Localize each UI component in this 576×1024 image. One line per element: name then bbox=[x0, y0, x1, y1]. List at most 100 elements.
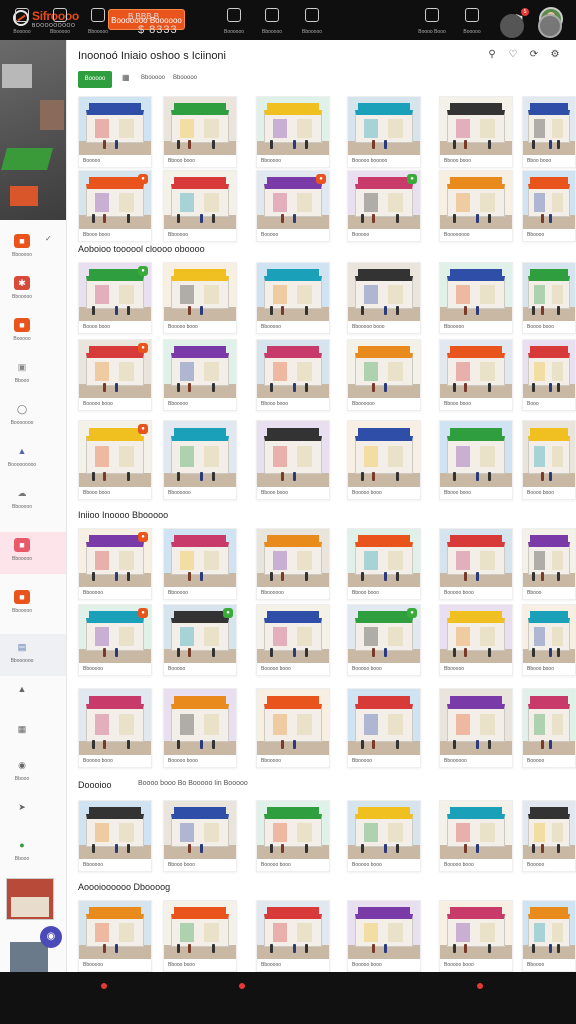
store-card[interactable]: Bbooo booo bbox=[439, 339, 513, 411]
sidebar-item[interactable]: ■ Bbooooo ✓ bbox=[0, 228, 66, 270]
bottom-nav-item[interactable]: Booooo bbox=[452, 8, 492, 35]
refresh-icon[interactable]: ⟳ bbox=[528, 49, 540, 61]
store-card[interactable]: Bbooooo bbox=[78, 900, 152, 972]
store-card[interactable]: Booooo booo bbox=[439, 528, 513, 600]
store-card[interactable]: Bbooooo bbox=[163, 170, 237, 242]
store-card[interactable]: Bbooo booo bbox=[163, 800, 237, 872]
store-card[interactable]: Booo bbox=[522, 339, 576, 411]
profile-avatar[interactable] bbox=[538, 14, 562, 38]
filter-chip[interactable]: Bbooooo bbox=[141, 75, 165, 81]
sidebar-item[interactable]: ■ Bbooooo bbox=[0, 532, 66, 574]
check-icon[interactable]: ✓ bbox=[45, 234, 52, 243]
sidebar-thumbnail-building[interactable] bbox=[10, 942, 48, 972]
store-card[interactable]: Boooo booo bbox=[522, 420, 576, 500]
sidebar-thumbnail-store[interactable] bbox=[6, 878, 54, 920]
filter-chip[interactable]: Bbooooo bbox=[173, 75, 197, 81]
store-card[interactable]: Booooo booo bbox=[439, 900, 513, 972]
store-card[interactable]: Bbooo booo bbox=[163, 900, 237, 972]
store-card[interactable]: Bbooooo booo bbox=[347, 262, 421, 334]
filter-chip-active[interactable]: Booooo bbox=[78, 71, 112, 88]
store-card[interactable]: ● Booooo bbox=[163, 604, 237, 676]
store-card[interactable]: Bbooooo bbox=[256, 900, 330, 972]
sidebar-item[interactable]: ◯ Booooooo bbox=[0, 396, 66, 438]
store-card[interactable]: Bbooooo bbox=[78, 800, 152, 872]
sidebar-preview-image[interactable] bbox=[0, 40, 66, 220]
bottom-nav-item[interactable]: Bbooooo bbox=[292, 8, 332, 35]
store-card[interactable]: Bboooo bbox=[522, 170, 576, 242]
store-card[interactable]: Bboooooo bbox=[347, 339, 421, 411]
store-card[interactable]: Booooo bbox=[78, 96, 152, 168]
store-card-caption: Bbooo booo bbox=[527, 666, 554, 672]
store-card[interactable]: Booooo booooo bbox=[347, 96, 421, 168]
store-card[interactable]: Bboooooo bbox=[256, 528, 330, 600]
store-card[interactable]: ● Booooo bbox=[347, 170, 421, 242]
sidebar-item[interactable]: ▣ Bbooo bbox=[0, 354, 66, 396]
store-card[interactable]: Booooo booo bbox=[78, 688, 152, 768]
user-avatar[interactable] bbox=[500, 14, 524, 38]
store-card[interactable]: Bbooo booo bbox=[163, 96, 237, 168]
sidebar-item[interactable]: ■ Bbooooo bbox=[0, 584, 66, 626]
sidebar-item[interactable]: ■ Booooo bbox=[0, 312, 66, 354]
store-card[interactable]: ● Booooo booo bbox=[78, 339, 152, 411]
sidebar-item[interactable]: ● Bbooo bbox=[0, 832, 66, 874]
search-icon[interactable]: ⚲ bbox=[486, 49, 498, 61]
bottom-nav-item[interactable]: Boooooo bbox=[214, 8, 254, 35]
store-card[interactable]: Booooo booo bbox=[256, 800, 330, 872]
settings-icon[interactable]: ⚙ bbox=[549, 49, 561, 61]
store-card[interactable]: Booooo booo bbox=[163, 688, 237, 768]
store-card[interactable]: ● Bbooooo bbox=[78, 604, 152, 676]
bottom-nav-item[interactable]: Bbooooo bbox=[252, 8, 292, 35]
sidebar-item[interactable]: ✱ Bbooooo bbox=[0, 270, 66, 312]
store-card[interactable]: Bbooo booo bbox=[439, 420, 513, 500]
store-card[interactable]: Bbooooo bbox=[163, 339, 237, 411]
notification-badge-icon: ● bbox=[138, 532, 148, 542]
store-card[interactable]: Bbooooo bbox=[163, 528, 237, 600]
store-card[interactable]: ● Booooo booo bbox=[347, 604, 421, 676]
sidebar-item[interactable]: ▤ Bboooooo bbox=[0, 634, 66, 676]
bottom-nav-item[interactable]: Booooo bbox=[2, 8, 42, 35]
store-card[interactable]: Bbooo booo bbox=[439, 96, 513, 168]
store-card[interactable]: Boooo booo bbox=[522, 262, 576, 334]
store-card[interactable]: Boooooooo bbox=[439, 170, 513, 242]
chat-icon[interactable]: ◉ bbox=[40, 926, 62, 948]
store-image bbox=[440, 97, 512, 155]
heart-icon[interactable]: ♡ bbox=[507, 49, 519, 61]
store-card[interactable]: Bbooooo bbox=[256, 96, 330, 168]
store-card[interactable]: ● Bbooooo bbox=[78, 528, 152, 600]
store-card[interactable]: Bbooooo bbox=[256, 688, 330, 768]
store-card[interactable]: Bbooooo bbox=[439, 262, 513, 334]
store-card[interactable]: Bbooo booo bbox=[256, 339, 330, 411]
store-card[interactable]: Bbooo bbox=[522, 528, 576, 600]
bottom-nav-item[interactable]: Bbooooo bbox=[40, 8, 80, 35]
store-card[interactable]: Booooo bbox=[522, 800, 576, 872]
store-card[interactable]: Booooo booo bbox=[347, 800, 421, 872]
store-card[interactable]: Bboooooo bbox=[439, 688, 513, 768]
store-card[interactable]: Bbooo booo bbox=[522, 604, 576, 676]
sidebar-item[interactable]: ➤ bbox=[0, 794, 66, 836]
store-card[interactable]: Bboo booo bbox=[522, 96, 576, 168]
store-card[interactable]: ● Boooo booo bbox=[78, 262, 152, 334]
store-card[interactable]: Bboooooo bbox=[163, 420, 237, 500]
store-card[interactable]: Booooo booo bbox=[347, 900, 421, 972]
store-card[interactable]: Bbooooo bbox=[347, 688, 421, 768]
store-card[interactable]: Bbooo booo bbox=[347, 528, 421, 600]
store-card[interactable]: Booooo booo bbox=[347, 420, 421, 500]
store-card[interactable]: Booooo booo bbox=[163, 262, 237, 334]
store-card[interactable]: ● Bbooo booo bbox=[78, 170, 152, 242]
bottom-nav-item[interactable]: Bbooooo bbox=[78, 8, 118, 35]
grid-icon[interactable]: ▦ bbox=[122, 73, 130, 82]
store-card[interactable]: Bbooooo bbox=[256, 262, 330, 334]
store-card[interactable]: Booooo booo bbox=[439, 800, 513, 872]
store-card[interactable]: ● Booooo bbox=[256, 170, 330, 242]
store-card[interactable]: Bbooo booo bbox=[256, 420, 330, 500]
store-card[interactable]: Booooo bbox=[522, 688, 576, 768]
store-card[interactable]: Booooo booo bbox=[256, 604, 330, 676]
sidebar-item[interactable]: ▲ bbox=[0, 676, 66, 718]
sidebar-item[interactable]: ▲ Booooooooo bbox=[0, 438, 66, 480]
sidebar-item[interactable]: ◉ Bbooo bbox=[0, 752, 66, 794]
bottom-nav-item[interactable]: Boooo Booo bbox=[412, 8, 452, 35]
sidebar-item[interactable]: ☁ Bbooooo bbox=[0, 480, 66, 522]
store-card[interactable]: Bbooooo bbox=[439, 604, 513, 676]
store-card[interactable]: Bboooo bbox=[522, 900, 576, 972]
store-card[interactable]: ● Bbooo booo bbox=[78, 420, 152, 500]
